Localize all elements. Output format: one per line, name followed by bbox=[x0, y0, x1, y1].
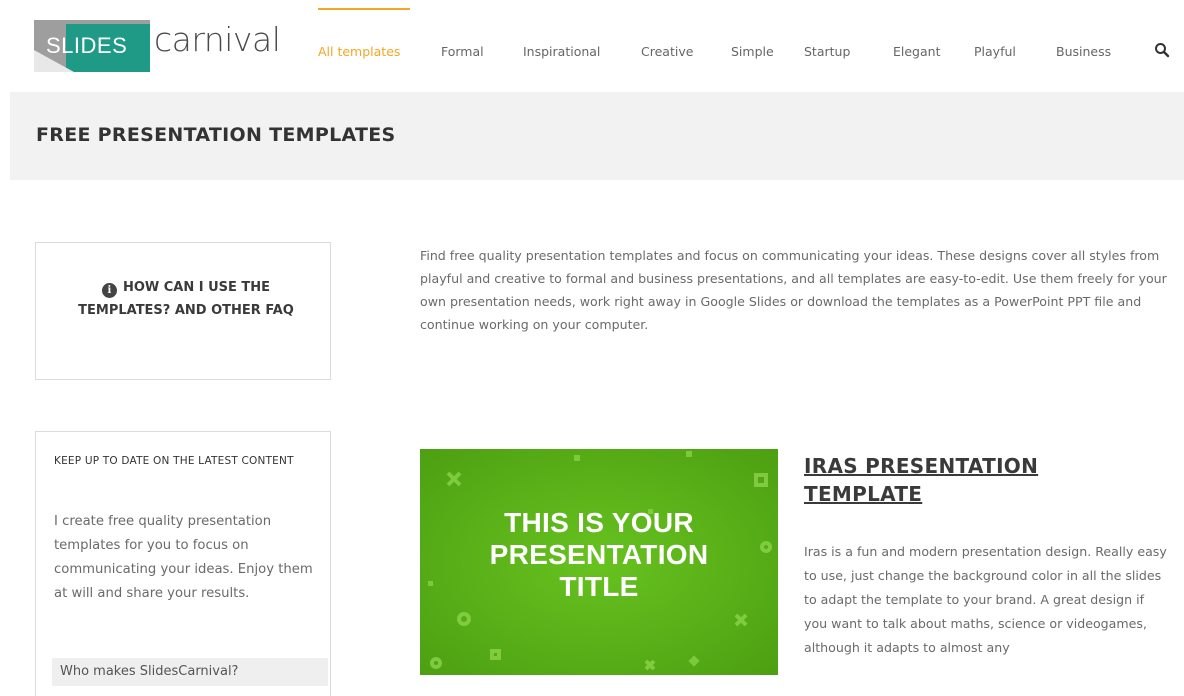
nav-all-templates[interactable]: All templates bbox=[318, 44, 400, 59]
nav-formal[interactable]: Formal bbox=[441, 44, 484, 59]
thumbnail-title: THIS IS YOUR PRESENTATION TITLE bbox=[489, 507, 709, 602]
nav-playful[interactable]: Playful bbox=[974, 44, 1016, 59]
nav-active-indicator bbox=[318, 8, 410, 10]
search-icon[interactable] bbox=[1154, 42, 1170, 58]
page-title: FREE PRESENTATION TEMPLATES bbox=[36, 124, 396, 146]
slidescarnival-logo[interactable]: SLIDES carnival bbox=[34, 14, 284, 78]
template-thumbnail[interactable]: THIS IS YOUR PRESENTATION TITLE bbox=[420, 449, 778, 675]
faq-link[interactable]: i HOW CAN I USE THE TEMPLATES? AND OTHER … bbox=[66, 276, 306, 322]
template-description: Iras is a fun and modern presentation de… bbox=[804, 544, 1167, 655]
intro-paragraph: Find free quality presentation templates… bbox=[420, 248, 1167, 332]
nav-creative[interactable]: Creative bbox=[641, 44, 693, 59]
logo-mark: SLIDES bbox=[34, 20, 150, 72]
site-header: SLIDES carnival All templates Formal Ins… bbox=[0, 0, 1184, 92]
nav-business[interactable]: Business bbox=[1056, 44, 1111, 59]
page-title-band: FREE PRESENTATION TEMPLATES bbox=[10, 92, 1184, 180]
template-title-link[interactable]: IRAS PRESENTATION TEMPLATE bbox=[804, 452, 1104, 508]
logo-carnival-text: carnival bbox=[154, 20, 281, 59]
nav-startup[interactable]: Startup bbox=[804, 44, 850, 59]
info-icon: i bbox=[101, 283, 117, 298]
nav-simple[interactable]: Simple bbox=[731, 44, 774, 59]
who-makes-button[interactable]: Who makes SlidesCarnival? bbox=[52, 658, 328, 686]
nav-elegant[interactable]: Elegant bbox=[893, 44, 940, 59]
logo-slides-text: SLIDES bbox=[46, 33, 128, 58]
newsletter-body: I create free quality presentation templ… bbox=[54, 514, 313, 601]
faq-box[interactable]: i HOW CAN I USE THE TEMPLATES? AND OTHER … bbox=[35, 242, 331, 380]
nav-inspirational[interactable]: Inspirational bbox=[523, 44, 600, 59]
newsletter-box: KEEP UP TO DATE ON THE LATEST CONTENT I … bbox=[35, 431, 331, 696]
newsletter-heading: KEEP UP TO DATE ON THE LATEST CONTENT bbox=[54, 455, 294, 467]
